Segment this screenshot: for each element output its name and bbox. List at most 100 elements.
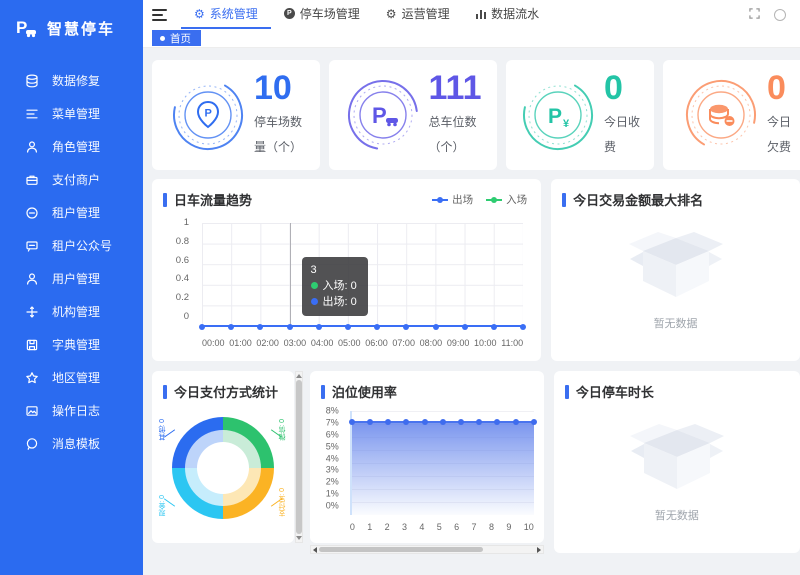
tab-system-management[interactable]: ⚙ 系统管理 (181, 0, 271, 29)
parking-car-icon: P (345, 77, 421, 153)
scroll-down-arrow-icon[interactable] (296, 536, 302, 540)
avatar[interactable] (774, 9, 786, 21)
axis-tick-label: 9 (506, 522, 511, 532)
axis-tick-label: 11:00 (501, 338, 523, 348)
scrollbar-thumb[interactable] (319, 547, 483, 552)
title-bar-decoration (163, 385, 167, 399)
usage-plot-area[interactable] (350, 411, 534, 515)
sidebar-item[interactable]: 菜单管理 (0, 97, 143, 130)
axis-tick-label: 8% (326, 407, 339, 416)
empty-box-icon (620, 225, 732, 305)
legend-item-exit[interactable]: 出场 (432, 192, 473, 207)
flow-x-axis-labels: 00:0001:0002:0003:0004:0005:0006:0007:00… (202, 338, 523, 348)
sidebar: P 智慧停车 数据修复 菜单管理 角色管理 支付商户 (0, 0, 143, 575)
slice-label: 现金: 0 (159, 495, 167, 517)
duration-empty-state: 暂无数据 (554, 417, 800, 523)
axis-tick-label: 0.2 (176, 293, 189, 303)
stat-value: 0 (767, 70, 791, 106)
axis-tick-label: 2% (326, 478, 339, 487)
stat-label: 今日收 费 (604, 110, 640, 160)
fullscreen-icon[interactable] (749, 6, 760, 24)
axis-tick-label: 1 (367, 522, 372, 532)
svg-text:P: P (16, 18, 27, 37)
tag-home[interactable]: 首页 (152, 30, 201, 46)
tab-data-flow[interactable]: 数据流水 (463, 0, 553, 29)
scrollbar-thumb[interactable] (296, 380, 302, 534)
tab-parking-lot-management[interactable]: P 停车场管理 (271, 0, 373, 29)
axis-tick-label: 0.6 (176, 256, 189, 266)
axis-tick-label: 02:00 (256, 338, 279, 348)
parking-circle-icon: P (284, 8, 295, 19)
sidebar-item-label: 菜单管理 (52, 105, 100, 122)
stat-card-today-arrears: 0 今日 欠费 (663, 60, 800, 170)
axis-tick-label: 10:00 (474, 338, 497, 348)
axis-tick-label: 7% (326, 418, 339, 427)
axis-tick-label: 07:00 (392, 338, 415, 348)
sidebar-menu: 数据修复 菜单管理 角色管理 支付商户 租户管理 (0, 64, 143, 460)
sidebar-item[interactable]: 消息模板 (0, 427, 143, 460)
sidebar-item[interactable]: 地区管理 (0, 361, 143, 394)
axis-tick-label: 04:00 (311, 338, 334, 348)
payment-donut-chart[interactable]: 其他: 0 微信: 0 现金: 0 支付宝: 0 (172, 417, 274, 519)
stat-value: 10 (254, 70, 302, 106)
usage-card-title: 泊位使用率 (310, 371, 544, 401)
stat-value: 0 (604, 70, 640, 106)
empty-text: 暂无数据 (654, 315, 698, 331)
brand-name: 智慧停车 (47, 18, 115, 39)
scroll-left-arrow-icon[interactable] (313, 547, 317, 553)
sidebar-item[interactable]: 用户管理 (0, 262, 143, 295)
parking-car-logo-icon: P (13, 15, 39, 41)
donut-hole (197, 442, 249, 494)
axis-tick-label: 0.4 (176, 274, 189, 284)
stat-value: 111 (429, 70, 482, 106)
collapse-sidebar-icon[interactable] (152, 9, 167, 21)
axis-tick-label: 3% (326, 466, 339, 475)
sidebar-item[interactable]: 机构管理 (0, 295, 143, 328)
axis-tick-label: 5% (326, 442, 339, 451)
axis-tick-label: 00:00 (202, 338, 225, 348)
axis-tick-label: 10 (524, 522, 534, 532)
vertical-scrollbar[interactable] (295, 371, 303, 543)
empty-box-icon (621, 417, 733, 497)
flow-plot-area[interactable]: 3 入场: 0 出场: 0 (202, 223, 523, 327)
axis-tick-label: 5 (437, 522, 442, 532)
flow-chart-card: 日车流量趋势 出场 入场 10.80.60.40.20 (152, 179, 541, 361)
axis-tick-label: 6 (454, 522, 459, 532)
sidebar-item-label: 操作日志 (52, 402, 100, 419)
axis-tick-label: 06:00 (365, 338, 388, 348)
sidebar-item-label: 机构管理 (52, 303, 100, 320)
tab-operation-management[interactable]: ⚙ 运营管理 (373, 0, 463, 29)
axis-tick-label: 0% (326, 502, 339, 511)
top-tabs: ⚙ 系统管理 P 停车场管理 ⚙ 运营管理 数据流水 (181, 0, 552, 29)
main-area: ⚙ 系统管理 P 停车场管理 ⚙ 运营管理 数据流水 (143, 0, 800, 575)
stats-row: P 10 停车场数 量（个） P (152, 60, 800, 170)
gear-icon: ⚙ (386, 8, 397, 20)
stat-card-parking-lots: P 10 停车场数 量（个） (152, 60, 320, 170)
sidebar-item[interactable]: 数据修复 (0, 64, 143, 97)
usage-y-axis-labels: 8%7%6%5%4%3%2%1%0% (310, 411, 344, 515)
scroll-up-arrow-icon[interactable] (296, 374, 302, 378)
axis-tick-label: 3 (402, 522, 407, 532)
stat-label: 总车位数 （个） (429, 110, 482, 160)
title-bar-decoration (562, 193, 566, 207)
dashboard-content: P 10 停车场数 量（个） P (143, 48, 800, 575)
svg-text:P: P (204, 108, 211, 120)
sidebar-item[interactable]: 字典管理 (0, 328, 143, 361)
duration-card-title: 今日停车时长 (554, 371, 800, 401)
sidebar-item[interactable]: 操作日志 (0, 394, 143, 427)
gear-icon: ⚙ (194, 8, 205, 20)
sidebar-item[interactable]: 支付商户 (0, 163, 143, 196)
sidebar-item[interactable]: 租户管理 (0, 196, 143, 229)
flow-y-axis-labels: 10.80.60.40.20 (152, 223, 196, 327)
svg-text:P: P (372, 103, 387, 128)
slice-label: 微信: 0 (279, 419, 287, 441)
axis-tick-label: 08:00 (420, 338, 443, 348)
legend-item-enter[interactable]: 入场 (486, 192, 527, 207)
horizontal-scrollbar[interactable] (310, 545, 544, 554)
sidebar-item-label: 租户公众号 (52, 237, 112, 254)
scroll-right-arrow-icon[interactable] (537, 547, 541, 553)
stat-label: 停车场数 量（个） (254, 110, 302, 160)
sidebar-item[interactable]: 角色管理 (0, 130, 143, 163)
sidebar-item[interactable]: 租户公众号 (0, 229, 143, 262)
sidebar-item-label: 字典管理 (52, 336, 100, 353)
